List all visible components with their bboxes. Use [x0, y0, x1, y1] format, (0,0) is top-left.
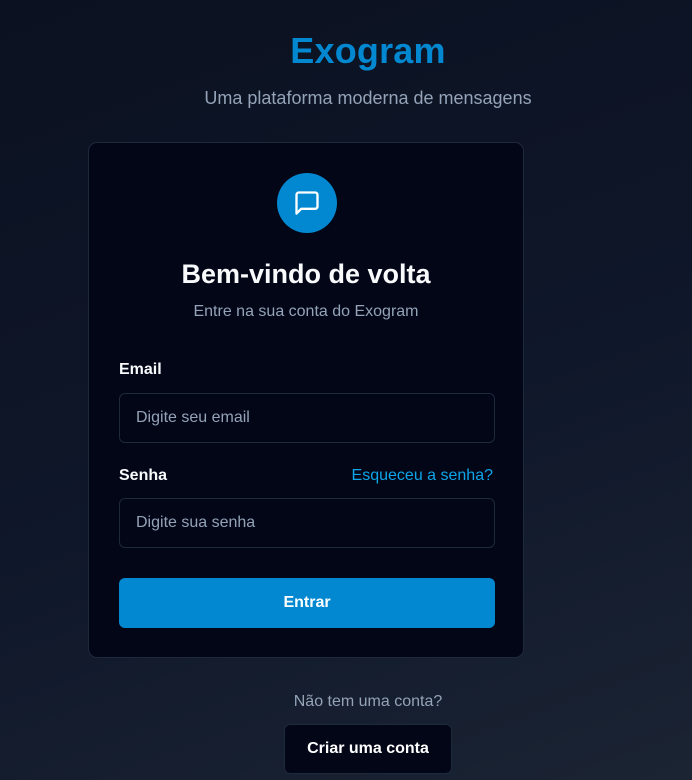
login-subtitle: Entre na sua conta do Exogram — [193, 303, 419, 320]
create-account-button[interactable]: Criar uma conta — [284, 724, 452, 774]
forgot-password-link[interactable]: Esqueceu a senha? — [352, 467, 493, 485]
login-title: Bem-vindo de volta — [181, 259, 431, 289]
password-label: Senha — [119, 467, 168, 484]
message-square-icon — [277, 173, 337, 233]
login-submit-button[interactable]: Entrar — [119, 578, 495, 628]
app-brand-title: Exogram — [290, 30, 446, 71]
password-input[interactable] — [119, 498, 495, 548]
email-input[interactable] — [119, 393, 495, 443]
email-label: Email — [119, 361, 162, 378]
login-card: Bem-vindo de volta Entre na sua conta do… — [88, 142, 524, 658]
no-account-text: Não tem uma conta? — [293, 693, 443, 710]
app-tagline: Uma plataforma moderna de mensagens — [204, 88, 532, 108]
